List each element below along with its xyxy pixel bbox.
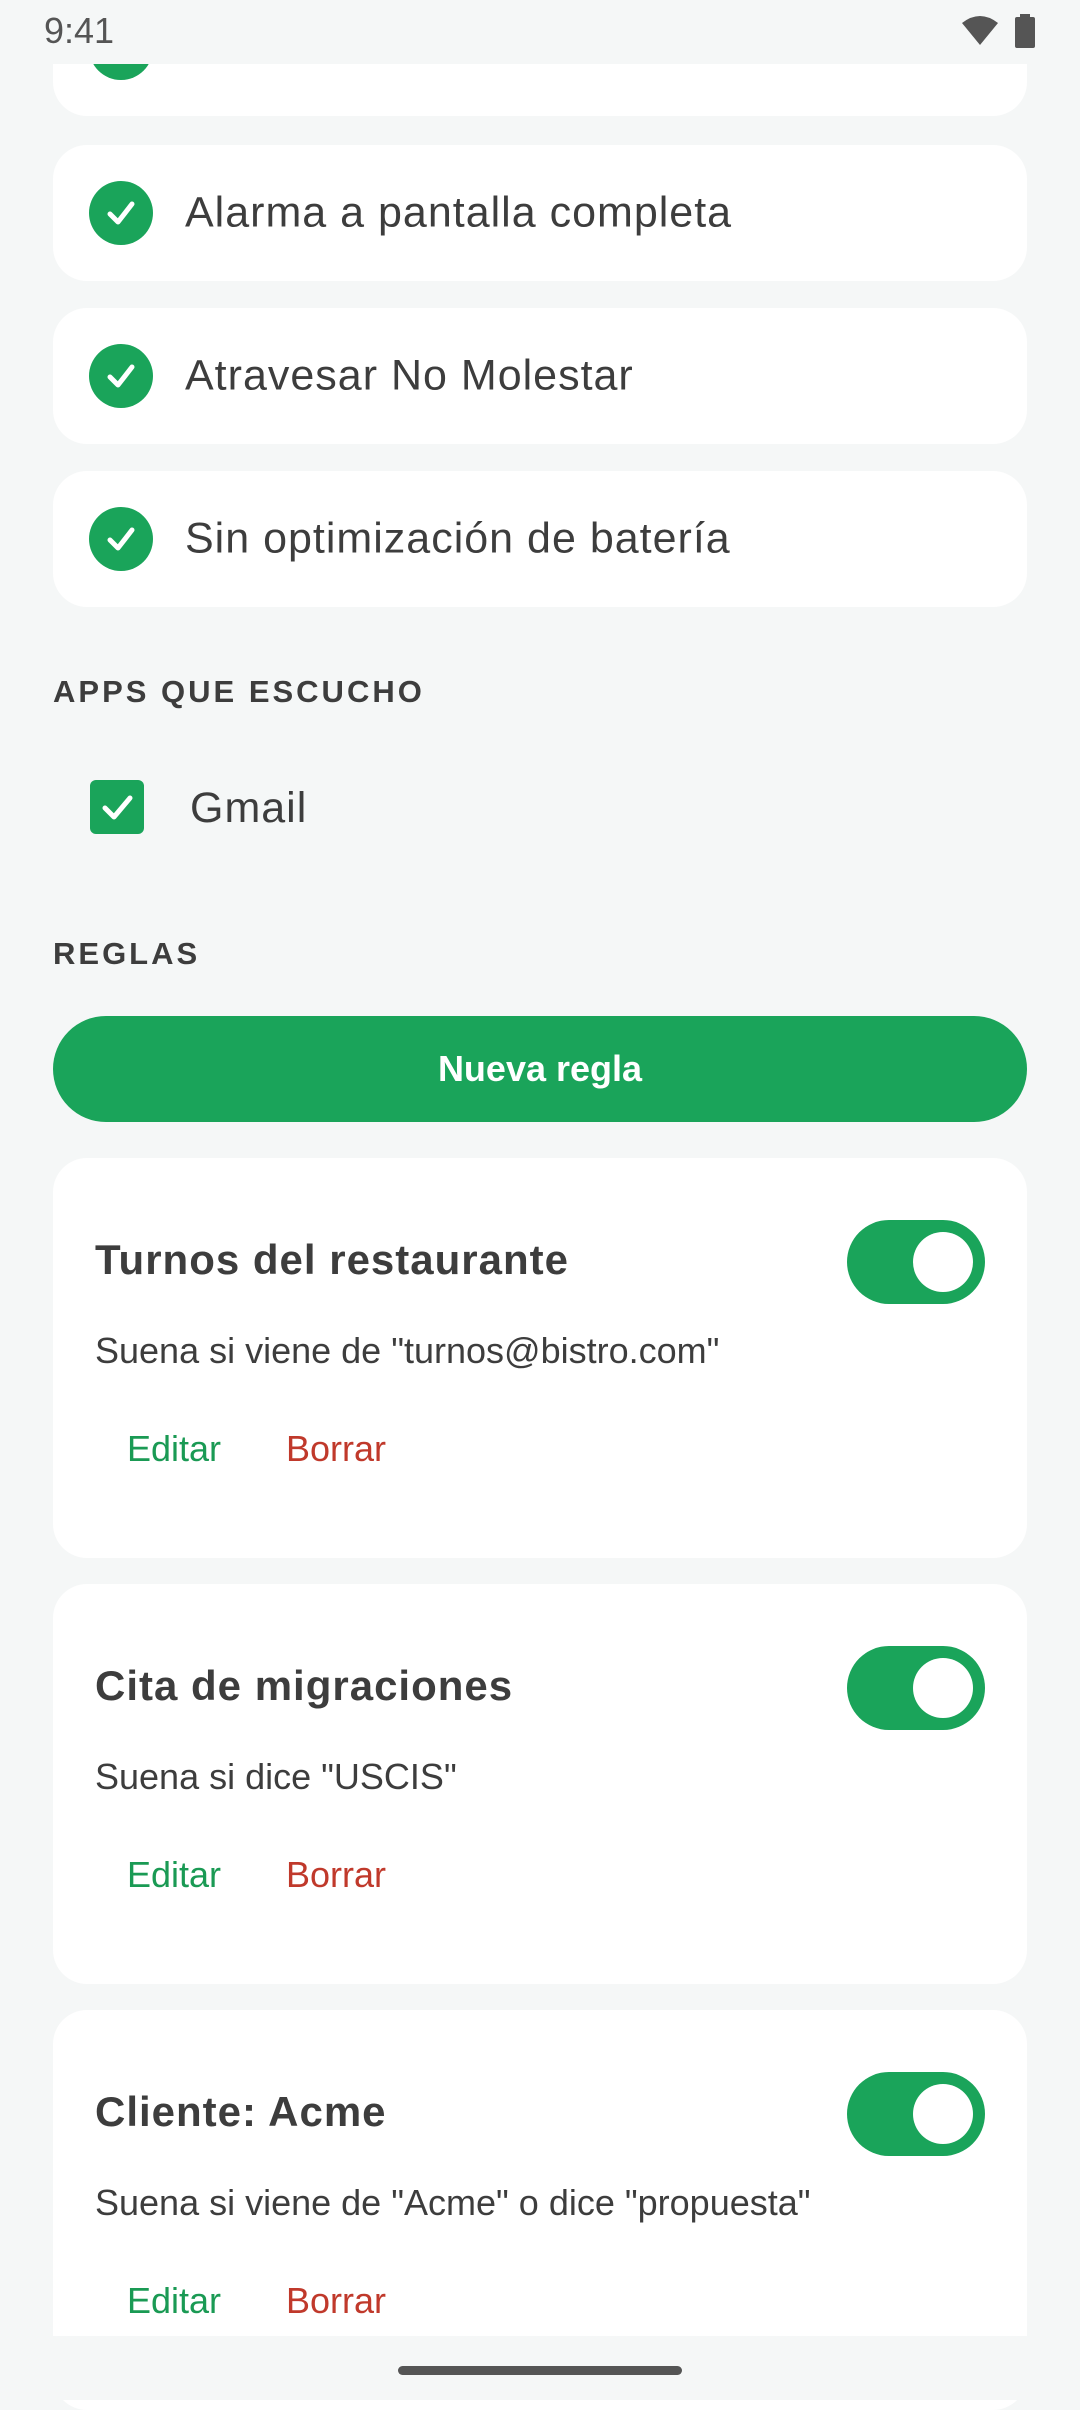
rule-description: Suena si dice "USCIS" (95, 1756, 457, 1797)
rule-card: Turnos del restaurante Suena si viene de… (53, 1158, 1027, 1558)
check-circle-icon (89, 181, 153, 245)
apps-section-title: APPS QUE ESCUCHO (53, 674, 425, 709)
new-rule-button[interactable]: Nueva regla (53, 1016, 1027, 1122)
check-circle-icon (89, 344, 153, 408)
battery-icon (1014, 14, 1036, 53)
edit-rule-button[interactable]: Editar (127, 1854, 221, 1896)
toggle-knob (913, 1658, 973, 1718)
rule-card: Cita de migraciones Suena si dice "USCIS… (53, 1584, 1027, 1984)
app-label: Gmail (190, 784, 308, 832)
checkbox-checked-icon[interactable] (90, 780, 144, 834)
rule-toggle[interactable] (847, 1220, 985, 1304)
rule-title: Turnos del restaurante (95, 1236, 569, 1283)
wifi-icon (960, 15, 1000, 52)
edit-rule-button[interactable]: Editar (127, 1428, 221, 1470)
rule-description: Suena si viene de "turnos@bistro.com" (95, 1330, 720, 1371)
permission-label: Sin optimización de batería (185, 514, 731, 563)
check-circle-icon (89, 507, 153, 571)
toggle-knob (913, 2084, 973, 2144)
delete-rule-button[interactable]: Borrar (286, 2280, 386, 2322)
permission-card-battery: Sin optimización de batería (53, 471, 1027, 607)
rule-toggle[interactable] (847, 1646, 985, 1730)
toggle-knob (913, 1232, 973, 1292)
status-time: 9:41 (44, 10, 115, 51)
edit-rule-button[interactable]: Editar (127, 2280, 221, 2322)
permission-label: Alarma a pantalla completa (185, 188, 733, 237)
permission-label: Atravesar No Molestar (185, 351, 634, 400)
rule-title: Cita de migraciones (95, 1662, 514, 1709)
status-bar: 9:41 (0, 0, 1080, 64)
permission-card-dnd: Atravesar No Molestar (53, 308, 1027, 444)
delete-rule-button[interactable]: Borrar (286, 1428, 386, 1470)
permission-card-fullscreen-alarm: Alarma a pantalla completa (53, 145, 1027, 281)
rule-description: Suena si viene de "Acme" o dice "propues… (95, 2182, 811, 2223)
rules-section-title: REGLAS (53, 936, 201, 971)
rule-toggle[interactable] (847, 2072, 985, 2156)
home-indicator[interactable] (398, 2366, 682, 2375)
rule-title: Cliente: Acme (95, 2088, 387, 2135)
delete-rule-button[interactable]: Borrar (286, 1854, 386, 1896)
